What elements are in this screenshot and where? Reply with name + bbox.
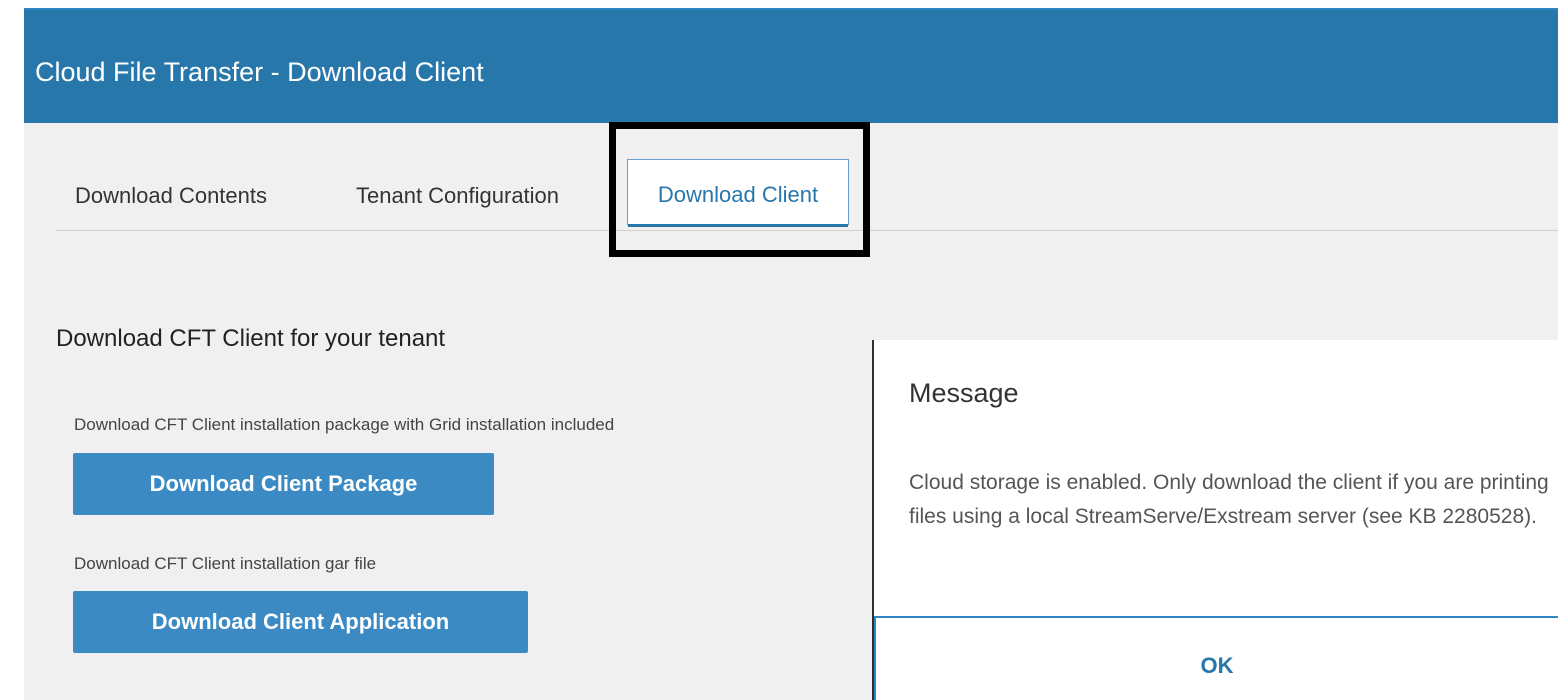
dialog-ok-button[interactable]: OK <box>874 616 1558 700</box>
dialog-message: Cloud storage is enabled. Only download … <box>909 471 1549 528</box>
tab-bar: Download Contents Tenant Configuration D… <box>56 123 1558 231</box>
top-strip <box>0 0 1558 10</box>
app-title: Cloud File Transfer - Download Client <box>35 57 484 87</box>
active-tab-underline <box>628 224 848 227</box>
application-description: Download CFT Client installation gar fil… <box>74 554 377 573</box>
package-description: Download CFT Client installation package… <box>74 415 615 434</box>
tab-tenant-configuration[interactable]: Tenant Configuration <box>356 183 559 209</box>
tab-download-client-label: Download Client <box>657 182 819 207</box>
tab-download-client[interactable]: Download Client <box>627 159 849 227</box>
tab-divider <box>56 230 1558 231</box>
dialog-title: Message <box>909 378 1019 408</box>
left-gutter <box>0 10 24 700</box>
download-client-application-button[interactable]: Download Client Application <box>73 591 528 653</box>
message-dialog: Message Cloud storage is enabled. Only d… <box>872 340 1558 700</box>
app-header: Cloud File Transfer - Download Client <box>24 10 1558 123</box>
section-title: Download CFT Client for your tenant <box>56 325 446 352</box>
download-client-package-button[interactable]: Download Client Package <box>73 453 494 515</box>
dialog-ok-label: OK <box>1200 653 1234 678</box>
tab-download-contents[interactable]: Download Contents <box>75 183 267 209</box>
